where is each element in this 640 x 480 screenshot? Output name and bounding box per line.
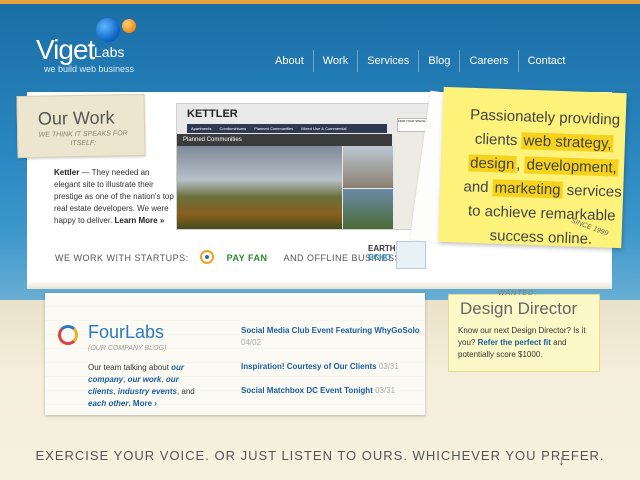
screenshot-search: FIND YOUR SPACE <box>397 118 427 132</box>
highlight-marketing: marketing <box>492 179 563 199</box>
footer-tagline: EXERCISE YOUR VOICE. OR JUST LISTEN TO O… <box>35 448 605 463</box>
blog-post-list: Social Media Club Event Featuring WhyGoS… <box>241 325 421 409</box>
logo-blue-dot-icon <box>96 18 120 42</box>
post-date: 04/02 <box>241 338 262 347</box>
desc-text: , and <box>176 387 195 396</box>
project-name: Kettler <box>54 168 80 177</box>
logo-suffix: Labs <box>94 44 125 60</box>
nav-work[interactable]: Work <box>312 50 357 72</box>
top-stripe <box>0 0 640 4</box>
list-item: Social Media Club Event Featuring WhyGoS… <box>241 325 421 349</box>
screenshot-section-label: Planned Communities <box>177 134 392 146</box>
sticky-text: clients <box>474 130 522 150</box>
more-link[interactable]: . More › <box>128 399 156 408</box>
learn-more-link[interactable]: Learn More » <box>114 216 164 225</box>
link-our-work[interactable]: our work <box>128 375 162 384</box>
post-date: 03/31 <box>378 362 399 371</box>
highlight-development: development, <box>524 156 619 177</box>
our-work-subtitle: WE THINK IT SPEAKS FOR ITSELF: <box>38 130 128 148</box>
screenshot-menu-item: Apartments <box>191 126 212 131</box>
screenshot-menubar: Apartments Condominiums Planned Communit… <box>187 124 387 133</box>
nav-contact[interactable]: Contact <box>517 50 575 72</box>
screenshot-thumbnail <box>343 189 393 229</box>
earthecho-logo[interactable]: EARTH ECHO <box>368 244 396 262</box>
earth-word: EARTH <box>368 244 396 253</box>
panel-divider <box>27 281 612 289</box>
main-nav: About Work Services Blog Careers Contact <box>266 50 574 72</box>
screenshot-brand: KETTLER <box>187 108 238 120</box>
fourlabs-logo-icon <box>58 325 78 345</box>
desc-text: Our team talking about <box>88 363 172 372</box>
highlight-strategy: web strategy, <box>521 132 614 153</box>
nav-careers[interactable]: Careers <box>459 50 517 72</box>
earthecho-thumbnail[interactable] <box>396 241 426 269</box>
post-title-link[interactable]: Social Media Club Event Featuring WhyGoS… <box>241 326 420 335</box>
link-industry-events[interactable]: industry events <box>118 387 177 396</box>
screenshot-thumbnail <box>343 146 393 188</box>
screenshot-menu-item: Mixed Use & Commercial <box>301 126 347 131</box>
nav-services[interactable]: Services <box>357 50 418 72</box>
our-work-title: Our Work <box>37 107 115 129</box>
fourlabs-description: Our team talking about our company, our … <box>88 362 208 410</box>
screenshot-menu-item: Planned Communities <box>254 126 294 131</box>
logo-name: Viget <box>36 34 95 65</box>
screenshot-menu-item: Condominiums <box>219 126 247 131</box>
payfan-logo[interactable]: PAY FAN <box>227 253 268 263</box>
our-work-card: Our Work WE THINK IT SPEAKS FOR ITSELF: <box>16 93 146 159</box>
post-title-link[interactable]: Inspiration! Courtesy of Our Clients <box>241 362 377 371</box>
design-director-description: Know our next Design Director? Is it you… <box>458 325 598 361</box>
highlight-design: design <box>467 154 517 174</box>
screenshot-hero-image <box>177 146 342 229</box>
curly-arrow-icon: ↓ <box>558 452 565 468</box>
fourlabs-title[interactable]: FourLabs <box>88 322 164 343</box>
clients-row: WE WORK WITH STARTUPS: PAY FAN AND OFFLI… <box>55 248 417 268</box>
site-logo[interactable]: Viget Labs we build web business <box>36 16 166 76</box>
startups-label: WE WORK WITH STARTUPS: <box>55 253 189 263</box>
fourlabs-subtitle: (OUR COMPANY BLOG) <box>88 345 167 352</box>
list-item: Social Matchbox DC Event Tonight 03/31 <box>241 385 421 397</box>
logo-orange-dot-icon <box>122 19 136 33</box>
list-item: Inspiration! Courtesy of Our Clients 03/… <box>241 361 421 373</box>
nav-about[interactable]: About <box>266 50 313 72</box>
link-each-other[interactable]: each other <box>88 399 128 408</box>
sticky-text: and <box>463 178 494 197</box>
post-date: 03/31 <box>375 386 396 395</box>
project-description: Kettler — They needed an elegant site to… <box>54 167 174 227</box>
echo-word: ECHO <box>368 253 392 262</box>
project-screenshot[interactable]: KETTLER Apartments Condominiums Planned … <box>176 103 441 230</box>
post-title-link[interactable]: Social Matchbox DC Event Tonight <box>241 386 373 395</box>
wanted-label: WANTED: <box>498 290 538 297</box>
refer-link[interactable]: Refer the perfect fit <box>478 338 551 347</box>
logo-tagline: we build web business <box>44 64 135 74</box>
nav-blog[interactable]: Blog <box>418 50 459 72</box>
startup-logo-icon[interactable] <box>197 247 219 269</box>
sticky-text: services <box>562 181 622 201</box>
design-director-title[interactable]: Design Director <box>460 299 577 319</box>
